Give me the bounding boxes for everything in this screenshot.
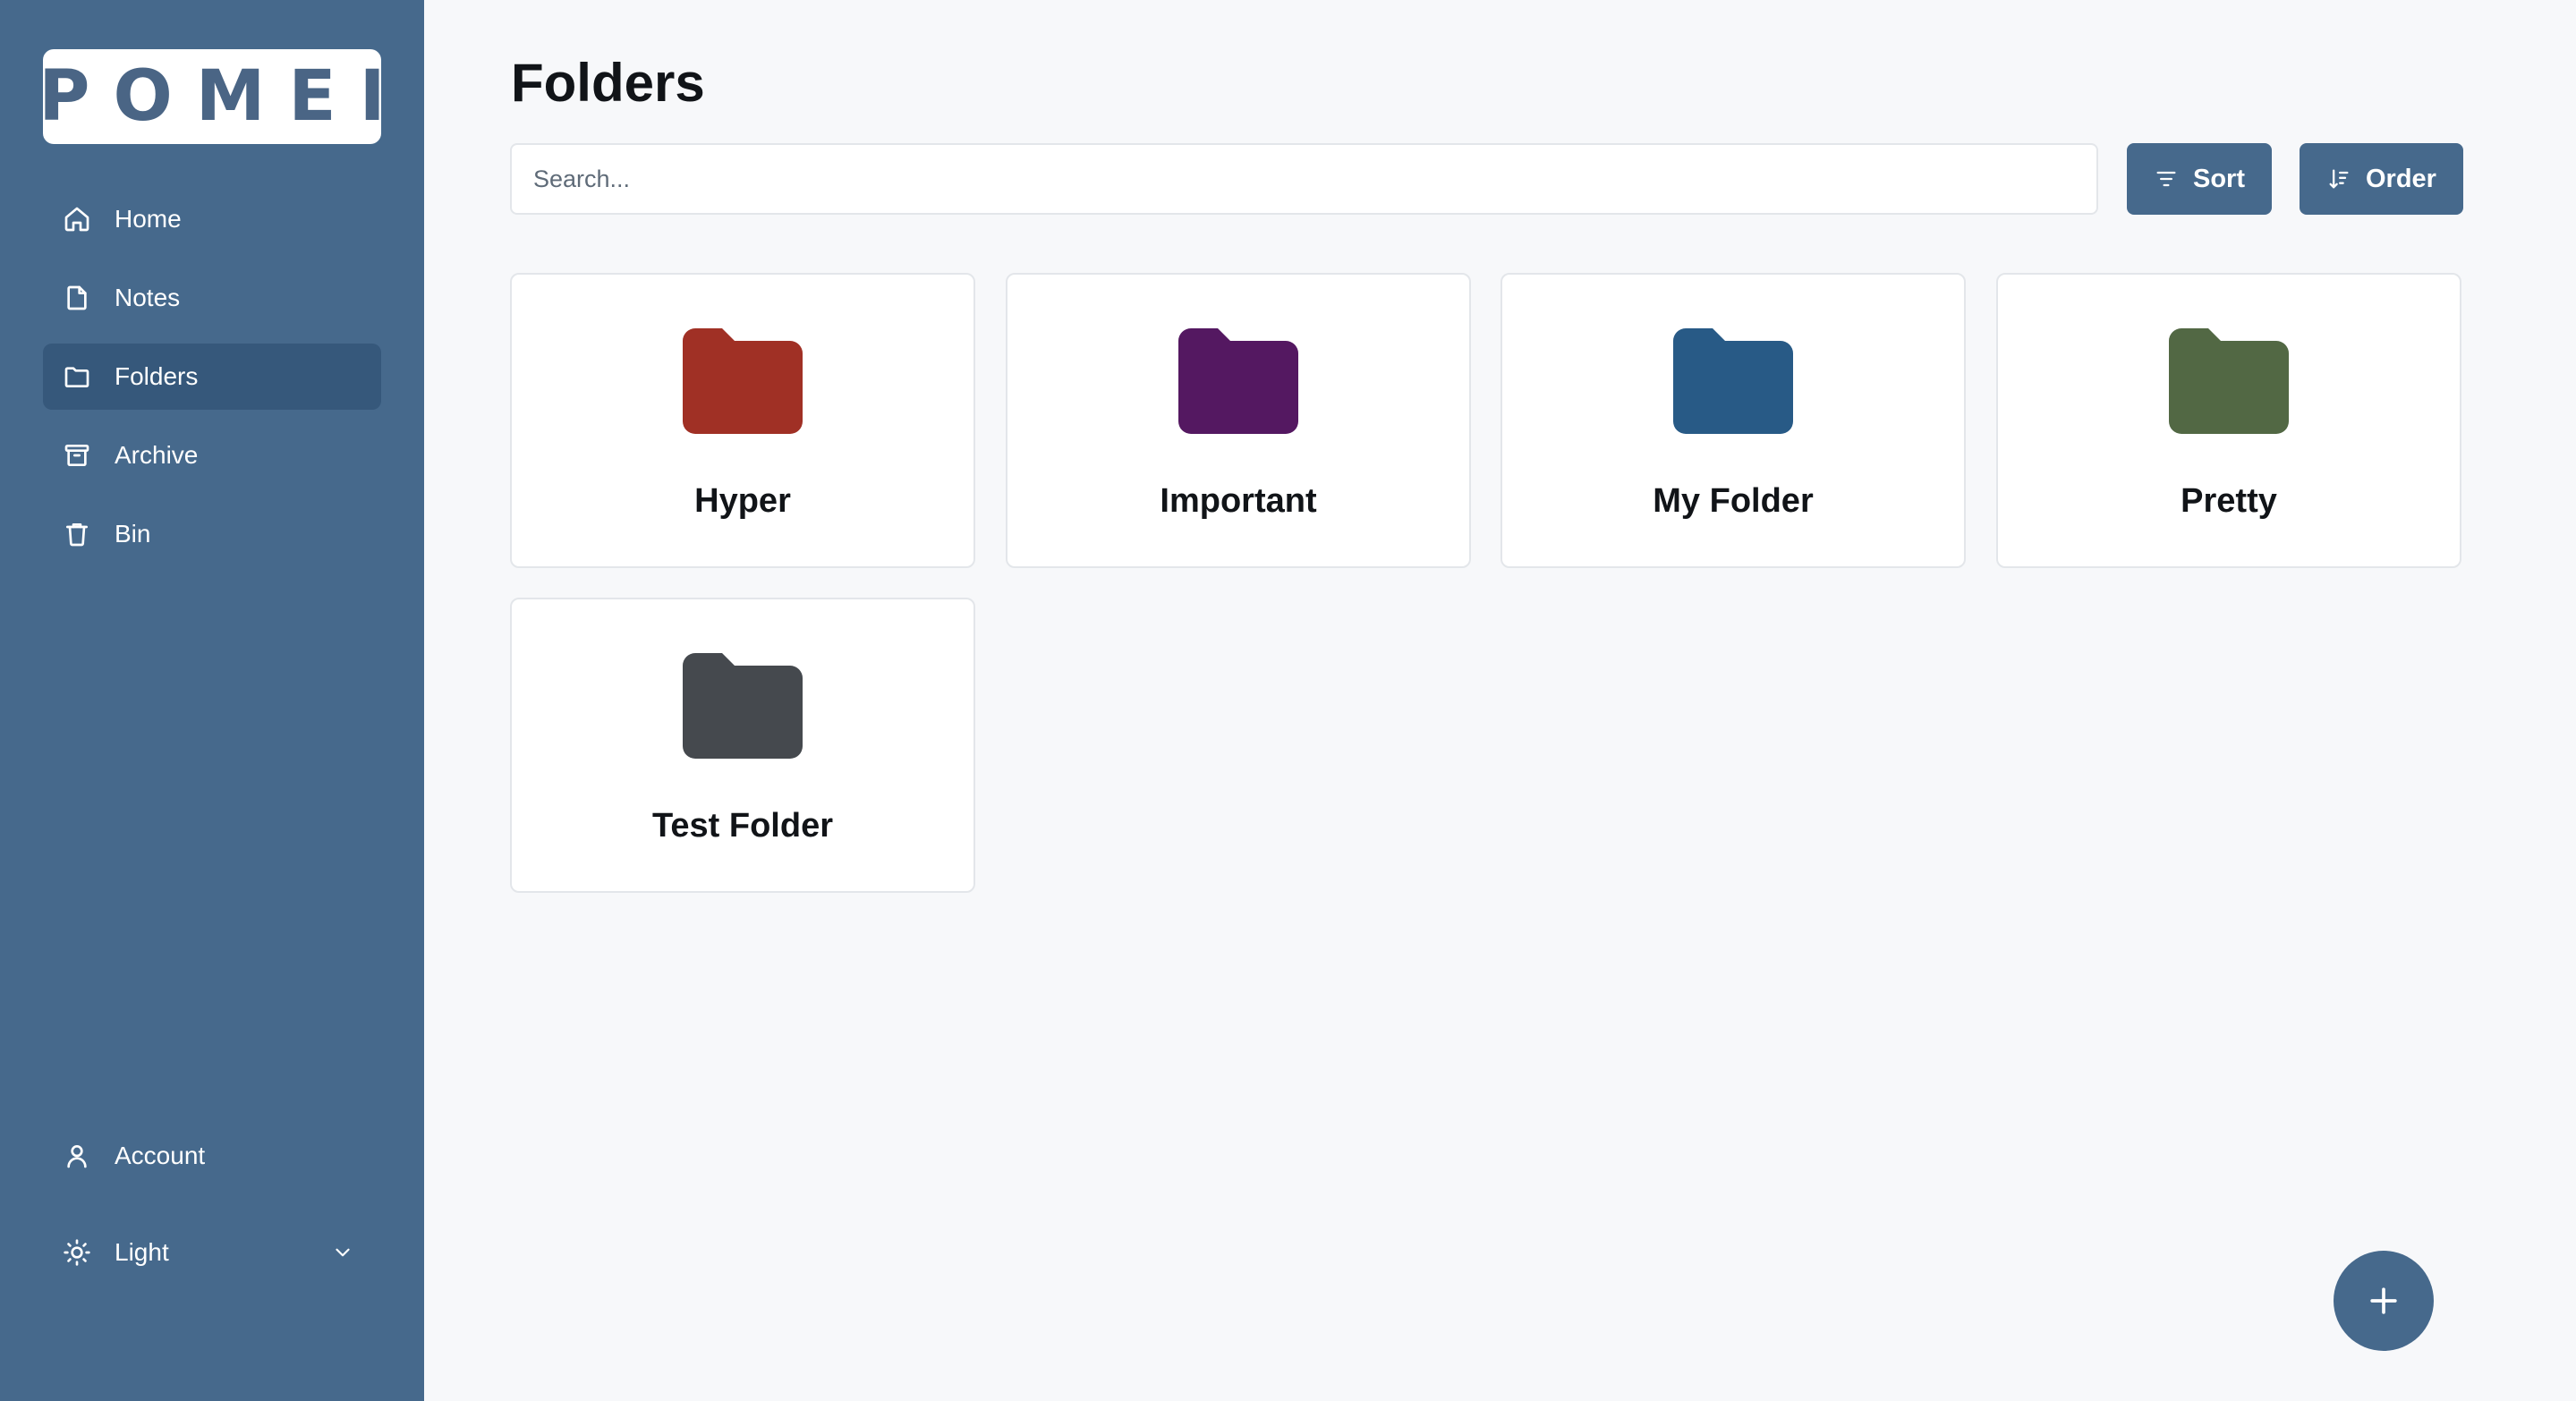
user-icon [63,1141,93,1171]
folder-card[interactable]: My Folder [1501,273,1966,568]
logo-text: POMEI [38,56,409,137]
folder-card[interactable]: Test Folder [510,598,975,893]
sort-button[interactable]: Sort [2127,143,2272,215]
folder-name: My Folder [1653,482,1814,520]
folder-card[interactable]: Hyper [510,273,975,568]
sort-order-icon [2329,169,2349,189]
sidebar-item-home[interactable]: Home [43,186,381,252]
sun-icon [63,1237,93,1268]
theme-select-label: Light [115,1238,169,1266]
order-button-label: Order [2366,164,2436,193]
folder-card[interactable]: Important [1006,273,1471,568]
order-button[interactable]: Order [2300,143,2463,215]
sidebar-item-notes[interactable]: Notes [43,265,381,331]
folder-name: Test Folder [652,807,833,845]
add-folder-button[interactable] [2334,1251,2434,1351]
folder-icon [63,361,93,392]
logo[interactable]: POMEI [38,49,386,144]
page-title: Folders [511,53,705,113]
sidebar-item-label: Notes [115,284,181,311]
sidebar-item-bin[interactable]: Bin [43,501,381,567]
folder-card[interactable]: Pretty [1996,273,2461,568]
folder-icon [683,653,803,759]
chevron-down-icon [336,1248,350,1257]
sidebar-item-label: Archive [115,441,199,469]
sidebar-item-label: Folders [115,362,199,390]
filter-icon [2156,171,2176,187]
search-input[interactable] [510,143,2098,215]
home-icon [63,204,93,234]
folder-name: Hyper [694,482,791,520]
plus-icon [2370,1287,2397,1314]
sort-button-label: Sort [2193,164,2245,193]
trash-icon [63,519,93,549]
sidebar-item-label: Bin [115,520,151,548]
sidebar: POMEI Home Notes Folders Archive Bin Acc… [0,0,424,1401]
sidebar-item-archive[interactable]: Archive [43,422,381,488]
sidebar-item-account[interactable]: Account [43,1123,381,1189]
app: POMEI Home Notes Folders Archive Bin Acc… [0,0,2576,1401]
sidebar-item-label: Home [115,205,182,233]
folder-icon [2169,328,2289,434]
sidebar-item-label: Account [115,1142,206,1169]
sidebar-item-folders[interactable]: Folders [43,344,381,410]
folder-icon [1673,328,1793,434]
folder-name: Pretty [2181,482,2277,520]
folder-icon [1178,328,1298,434]
archive-icon [63,440,93,471]
note-icon [63,283,93,313]
folder-name: Important [1160,482,1317,520]
theme-select[interactable]: Light [43,1219,381,1286]
folder-icon [683,328,803,434]
